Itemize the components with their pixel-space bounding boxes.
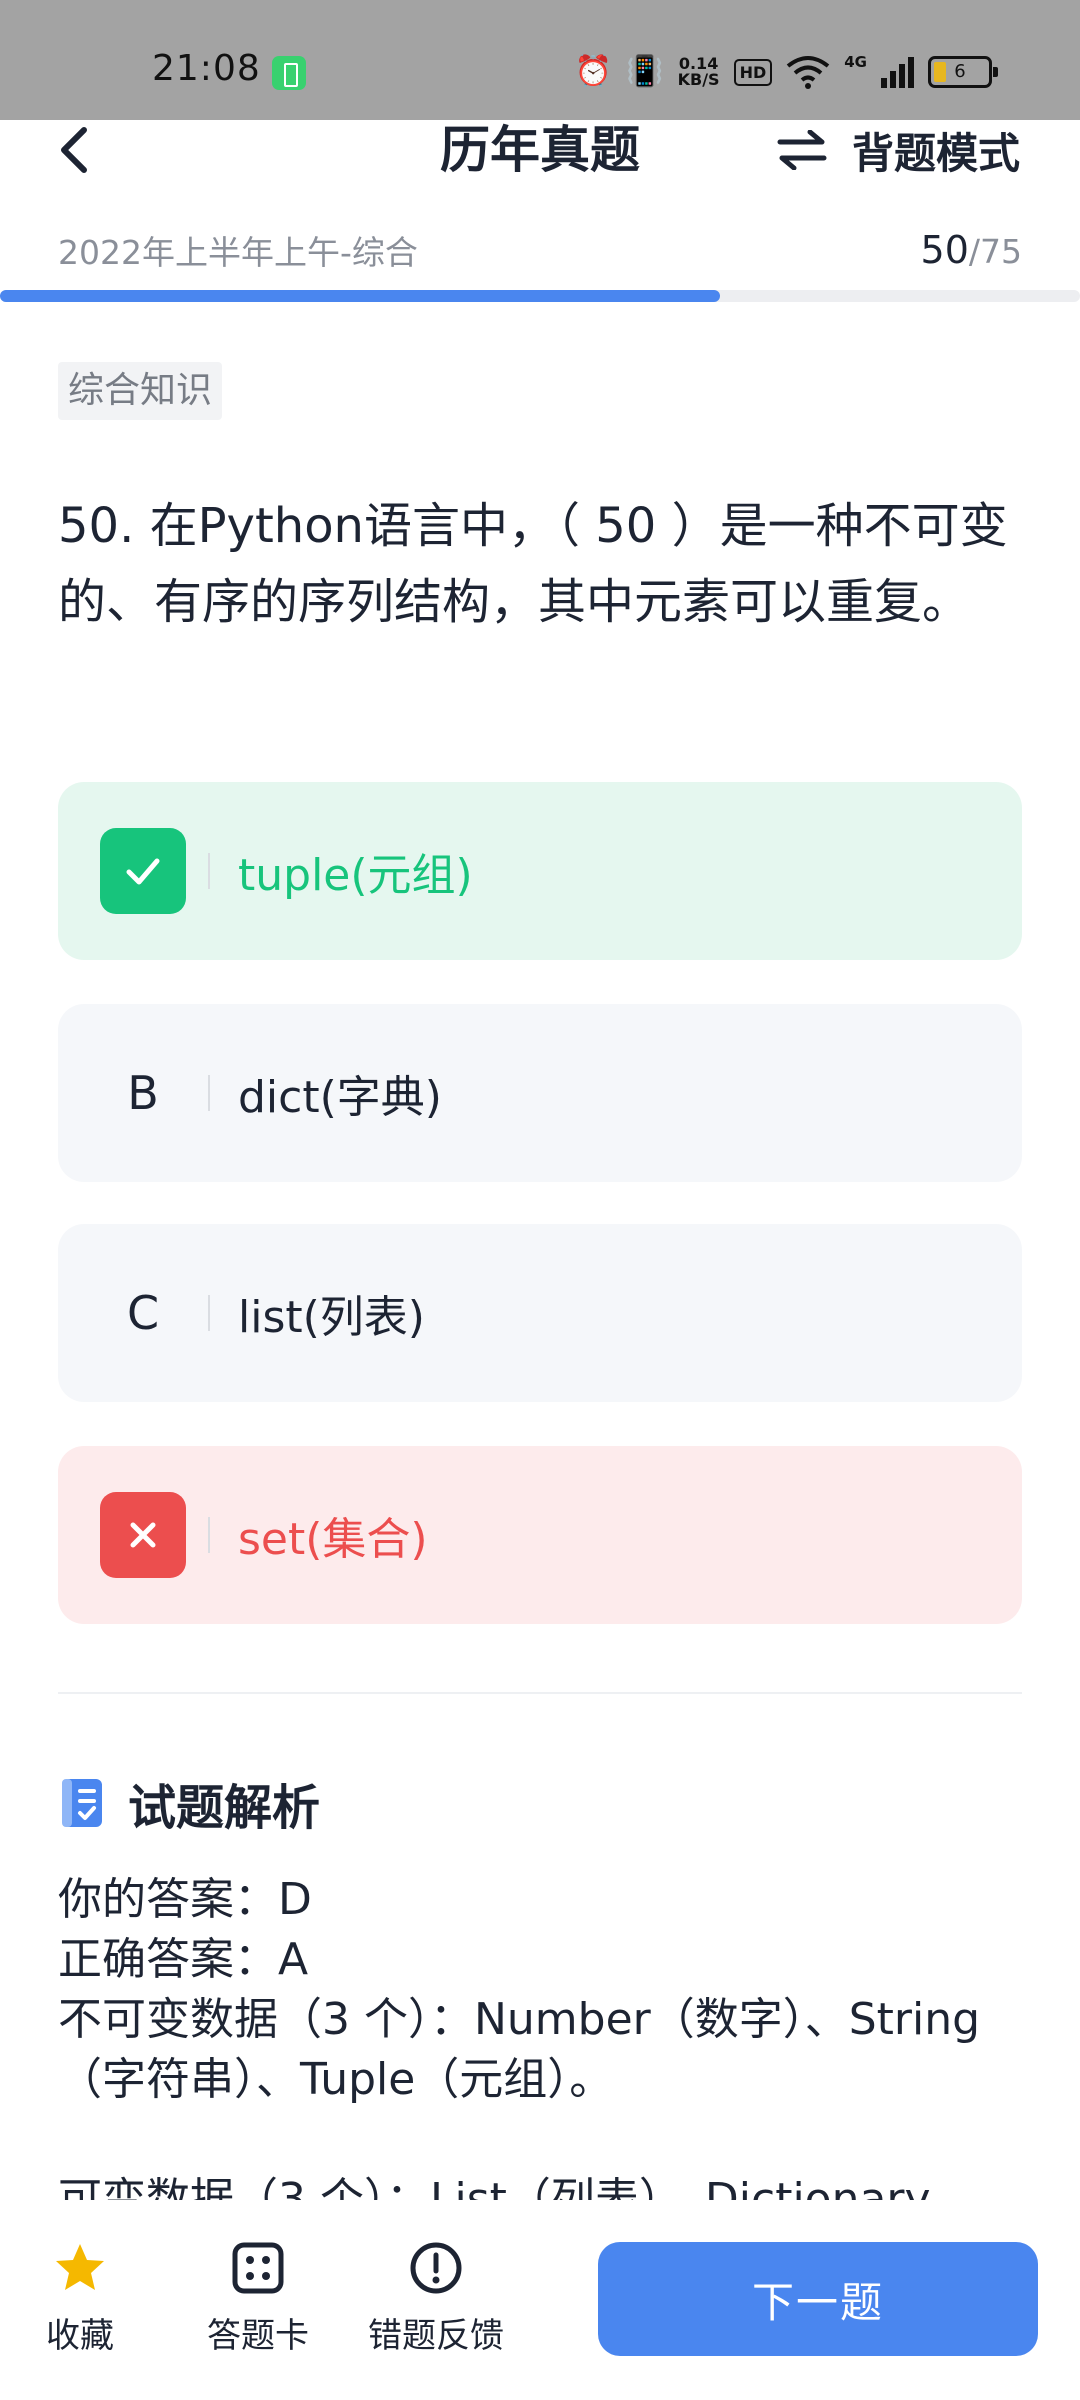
option-b[interactable]: B dict(字典) <box>58 1004 1022 1182</box>
correct-answer: 正确答案：A <box>58 1934 309 1985</box>
option-c-text: list(列表) <box>238 1292 425 1343</box>
recite-mode-button[interactable]: 背题模式 <box>776 120 1020 180</box>
check-icon <box>100 828 186 914</box>
option-d[interactable]: set(集合) <box>58 1446 1022 1624</box>
status-icons: ⏰ 📳 0.14 KB/S HD 4G 6 <box>574 50 998 94</box>
bottom-bar: 收藏 答题卡 错题反馈 下一题 <box>0 2200 1080 2400</box>
status-bar: 21:08 ⏰ 📳 0.14 KB/S HD 4G 6 <box>0 0 1080 120</box>
next-question-button[interactable]: 下一题 <box>598 2242 1038 2356</box>
network-type: 4G <box>844 53 867 71</box>
header: 历年真题 背题模式 <box>0 120 1080 215</box>
answer-card-button[interactable]: 答题卡 <box>178 2240 338 2357</box>
analysis-heading: 试题解析 <box>58 1768 320 1838</box>
option-a[interactable]: tuple(元组) <box>58 782 1022 960</box>
option-divider <box>208 1075 210 1111</box>
grid-icon <box>232 2242 284 2294</box>
option-c[interactable]: C list(列表) <box>58 1224 1022 1402</box>
analysis-title: 试题解析 <box>128 1780 321 1836</box>
battery-saver-icon <box>272 56 306 90</box>
error-feedback-button[interactable]: 错题反馈 <box>356 2240 516 2357</box>
paper-info: 2022年上半年上午-综合 50/75 <box>58 222 1022 278</box>
option-b-letter: B <box>127 1066 159 1120</box>
option-b-text: dict(字典) <box>238 1072 442 1123</box>
alert-icon <box>410 2242 462 2294</box>
paper-name: 2022年上半年上午-综合 <box>58 233 418 272</box>
document-icon <box>62 1779 102 1827</box>
analysis-line-2: 可变数据（3 个）：List（列表）、Dictionary <box>58 2174 931 2202</box>
progress-fill <box>0 290 721 302</box>
star-icon <box>56 2244 104 2290</box>
your-answer: 你的答案：D <box>58 1874 312 1925</box>
progress-bar <box>0 290 1080 302</box>
option-divider <box>208 853 210 889</box>
favorite-button[interactable]: 收藏 <box>0 2240 160 2357</box>
option-c-letter: C <box>126 1286 160 1340</box>
network-speed: 0.14 KB/S <box>677 54 720 89</box>
analysis-body: 你的答案：D 正确答案：A 不可变数据（3 个）：Number（数字）、Stri… <box>58 1870 1018 2202</box>
option-divider <box>208 1517 210 1553</box>
question-counter: 50/75 <box>920 228 1022 272</box>
status-time: 21:08 <box>152 48 261 89</box>
question-text: 50. 在Python语言中，（ 50 ）是一种不可变的、有序的序列结构，其中元… <box>58 498 1008 630</box>
close-icon <box>100 1492 186 1578</box>
option-d-text: set(集合) <box>238 1514 428 1565</box>
question-category-tag: 综合知识 <box>58 362 223 420</box>
swap-icon <box>777 130 827 170</box>
option-divider <box>208 1295 210 1331</box>
battery-icon: 6 <box>928 56 998 88</box>
option-a-text: tuple(元组) <box>238 850 473 901</box>
signal-icon <box>881 56 914 88</box>
analysis-line-1: 不可变数据（3 个）：Number（数字）、String（字符串）、Tuple（… <box>58 1994 981 2105</box>
wifi-icon <box>787 56 830 89</box>
vibrate-icon: 📳 <box>626 54 664 89</box>
hd-icon: HD <box>733 58 773 86</box>
mode-label: 背题模式 <box>851 128 1020 178</box>
section-divider <box>58 1692 1022 1694</box>
alarm-icon: ⏰ <box>574 54 613 89</box>
